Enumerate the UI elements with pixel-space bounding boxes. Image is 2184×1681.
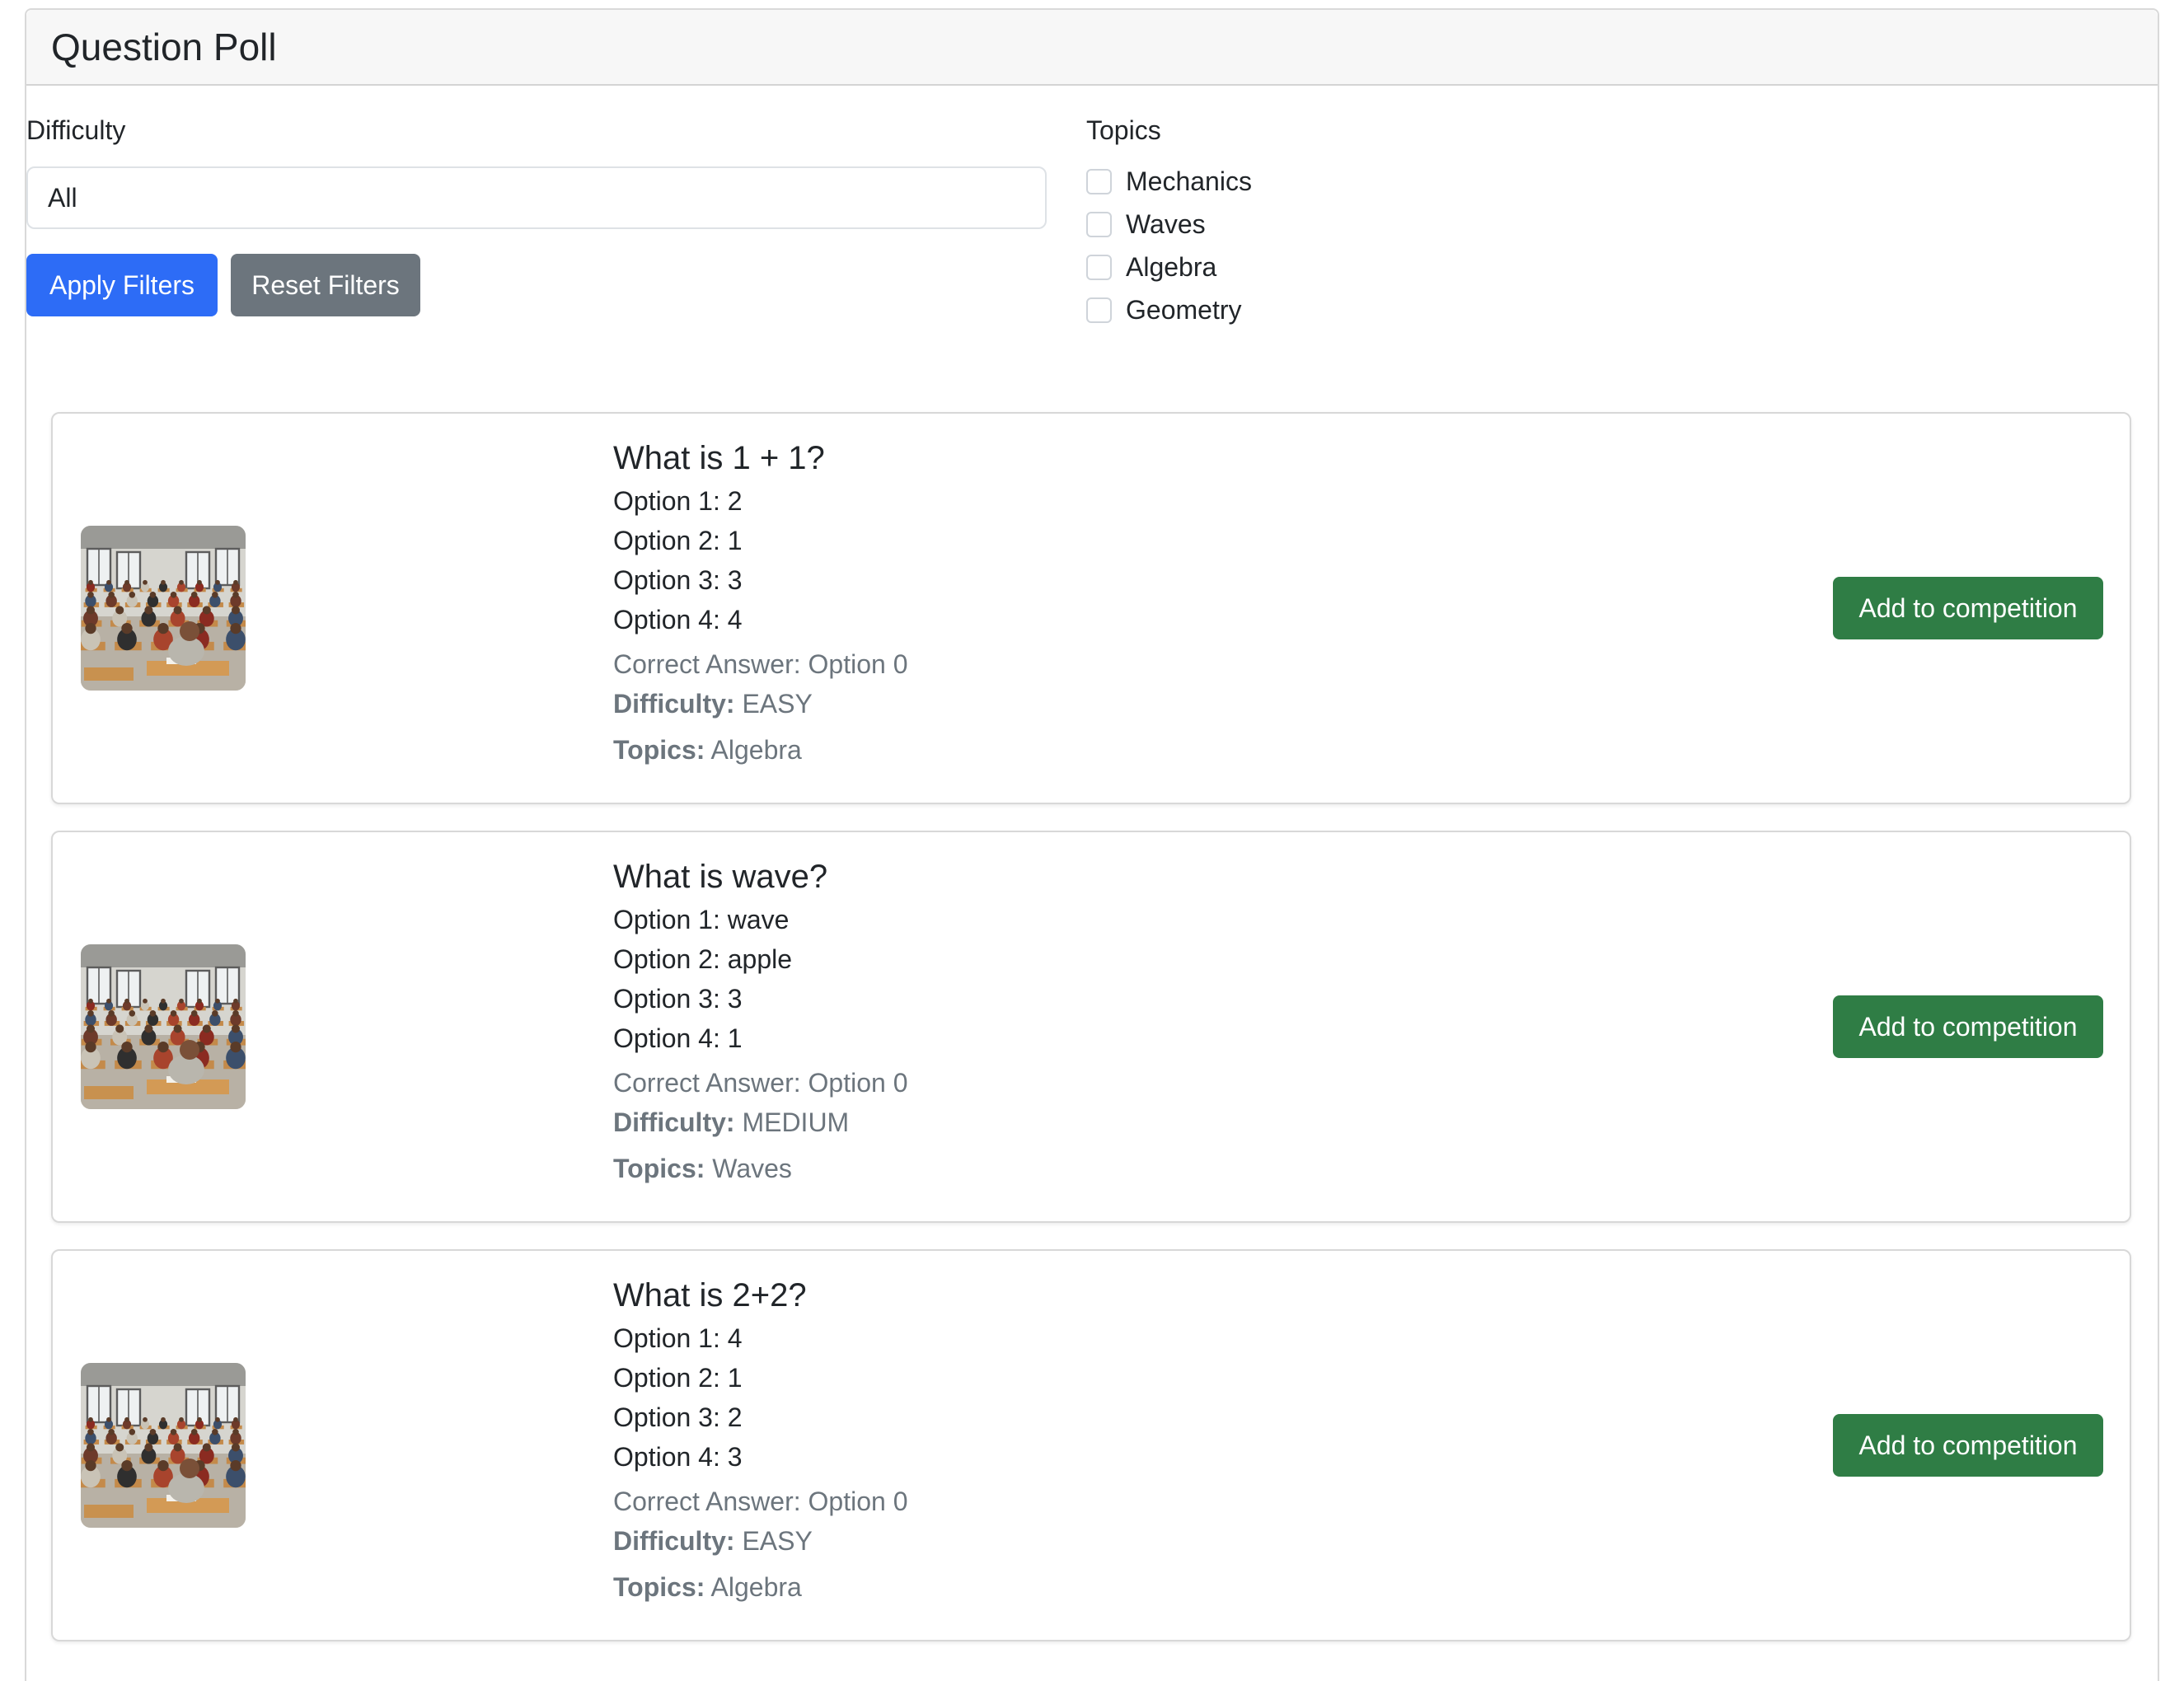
topics-value: Waves (712, 1154, 792, 1183)
option-3: Option 3: 2 (613, 1402, 743, 1432)
question-card: What is 2+2? Option 1: 4 Option 2: 1 Opt… (51, 1249, 2131, 1641)
correct-answer: Correct Answer: Option 0 (613, 649, 908, 679)
difficulty-value: EASY (742, 689, 813, 719)
question-body: What is 1 + 1? Option 1: 2 Option 2: 1 O… (613, 438, 907, 770)
filters-section: Difficulty All Apply Filters Reset Filte… (26, 104, 2136, 351)
topics-key: Topics: (613, 735, 705, 765)
question-title: What is 1 + 1? (613, 440, 825, 476)
option-1: Option 1: wave (613, 905, 790, 934)
topic-checkbox-waves[interactable]: Waves (1086, 209, 1206, 240)
option-1: Option 1: 2 (613, 486, 743, 516)
topic-label: Geometry (1126, 295, 1242, 325)
checkbox[interactable] (1086, 297, 1112, 323)
question-title: What is wave? (613, 859, 828, 895)
option-4: Option 4: 4 (613, 605, 743, 634)
topics-line: Topics: Algebra (613, 1567, 907, 1607)
topic-label: Algebra (1126, 252, 1217, 282)
classroom-exam-image (81, 1363, 246, 1528)
topics-key: Topics: (613, 1572, 705, 1602)
difficulty-value: EASY (742, 1526, 813, 1556)
option-4: Option 4: 1 (613, 1023, 743, 1053)
topics-value: Algebra (710, 735, 802, 765)
checkbox[interactable] (1086, 169, 1112, 194)
option-4: Option 4: 3 (613, 1442, 743, 1472)
difficulty-line: Difficulty: MEDIUM (613, 1103, 907, 1142)
topics-line: Topics: Algebra (613, 730, 907, 770)
classroom-exam-image (81, 526, 246, 691)
checkbox[interactable] (1086, 212, 1112, 237)
topics-line: Topics: Waves (613, 1149, 907, 1188)
correct-answer: Correct Answer: Option 0 (613, 1487, 908, 1516)
question-title: What is 2+2? (613, 1277, 807, 1313)
difficulty-line: Difficulty: EASY (613, 1521, 907, 1561)
checkbox[interactable] (1086, 255, 1112, 280)
reset-filters-button[interactable]: Reset Filters (231, 254, 420, 316)
add-to-competition-button[interactable]: Add to competition (1833, 1414, 2103, 1477)
topic-label: Mechanics (1126, 166, 1252, 196)
difficulty-key: Difficulty: (613, 689, 735, 719)
topics-value: Algebra (710, 1572, 802, 1602)
topics-key: Topics: (613, 1154, 705, 1183)
question-body: What is 2+2? Option 1: 4 Option 2: 1 Opt… (613, 1276, 907, 1607)
option-1: Option 1: 4 (613, 1323, 743, 1353)
option-3: Option 3: 3 (613, 565, 743, 595)
option-3: Option 3: 3 (613, 984, 743, 1014)
topic-checkbox-geometry[interactable]: Geometry (1086, 295, 1241, 325)
topics-label: Topics (1086, 115, 1161, 145)
apply-filters-button[interactable]: Apply Filters (26, 254, 218, 316)
page-title: Question Poll (51, 26, 277, 68)
option-2: Option 2: 1 (613, 526, 743, 555)
question-card: What is wave? Option 1: wave Option 2: a… (51, 831, 2131, 1223)
option-2: Option 2: apple (613, 944, 793, 974)
classroom-exam-image (81, 944, 246, 1109)
panel-header: Question Poll (26, 10, 2158, 86)
option-2: Option 2: 1 (613, 1363, 743, 1393)
question-card: What is 1 + 1? Option 1: 2 Option 2: 1 O… (51, 412, 2131, 804)
topic-checkbox-algebra[interactable]: Algebra (1086, 252, 1216, 283)
question-body: What is wave? Option 1: wave Option 2: a… (613, 857, 907, 1188)
difficulty-line: Difficulty: EASY (613, 684, 907, 723)
difficulty-value: MEDIUM (742, 1107, 850, 1137)
add-to-competition-button[interactable]: Add to competition (1833, 995, 2103, 1058)
correct-answer: Correct Answer: Option 0 (613, 1068, 908, 1098)
add-to-competition-button[interactable]: Add to competition (1833, 577, 2103, 639)
topic-label: Waves (1126, 209, 1206, 239)
difficulty-label: Difficulty (26, 115, 126, 145)
difficulty-key: Difficulty: (613, 1107, 735, 1137)
difficulty-select[interactable]: All (26, 166, 1047, 229)
topic-checkbox-mechanics[interactable]: Mechanics (1086, 166, 1252, 197)
difficulty-key: Difficulty: (613, 1526, 735, 1556)
